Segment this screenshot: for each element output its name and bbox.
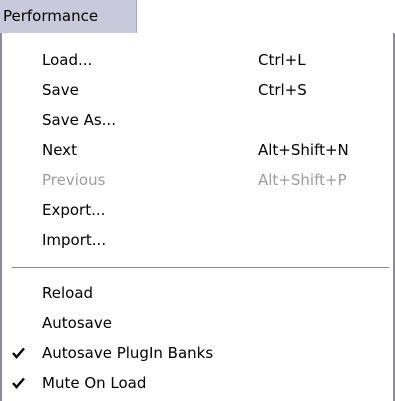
menu-item-next[interactable]: Next Alt+Shift+N [2,135,393,165]
menu-item-shortcut: Ctrl+L [258,51,306,69]
menu-item-shortcut: Alt+Shift+N [258,141,349,159]
menu-item-autosave-plugin-banks[interactable]: Autosave PlugIn Banks [2,338,393,368]
menu-item-label: Reload [42,284,94,302]
menu-item-save-as[interactable]: Save As... [2,105,393,135]
menu-item-label: Save As... [42,111,116,129]
menu-item-load[interactable]: Load... Ctrl+L [2,45,393,75]
menu-item-label: Autosave [42,314,112,332]
menu-item-label: Next [42,141,77,159]
checkmark-icon [12,377,25,389]
menu-item-label: Load... [42,51,93,69]
menu-item-label: Autosave PlugIn Banks [42,344,214,362]
menu-item-export[interactable]: Export... [2,195,393,225]
menu-item-shortcut: Ctrl+S [258,81,307,99]
menu-item-label: Previous [42,171,106,189]
menu-item-save[interactable]: Save Ctrl+S [2,75,393,105]
menu-item-shortcut: Alt+Shift+P [258,171,347,189]
menu-item-label: Export... [42,201,106,219]
menubar-title-label: Performance [3,7,99,25]
menu-separator [12,267,389,269]
checkmark-icon [12,347,25,359]
menu-item-autosave[interactable]: Autosave [2,308,393,338]
menu-item-import[interactable]: Import... [2,225,393,255]
menu-item-mute-on-load[interactable]: Mute On Load [2,368,393,398]
menubar-performance[interactable]: Performance [0,0,137,33]
menu-item-label: Mute On Load [42,374,147,392]
performance-dropdown-menu: Load... Ctrl+L Save Ctrl+S Save As... Ne… [0,33,395,401]
menu-item-label: Save [42,81,79,99]
menu-item-previous: Previous Alt+Shift+P [2,165,393,195]
menu-item-reload[interactable]: Reload [2,278,393,308]
menu-item-label: Import... [42,231,107,249]
